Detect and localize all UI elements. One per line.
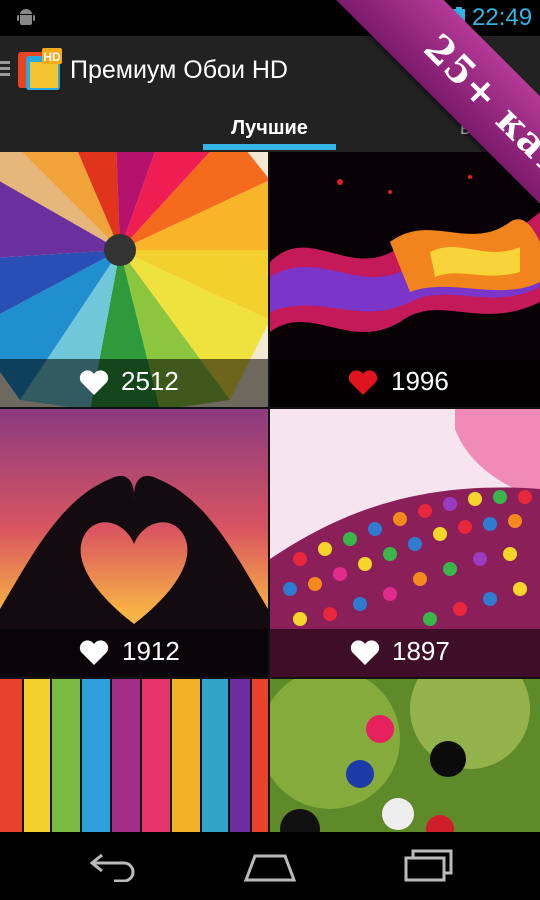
- back-icon[interactable]: [88, 852, 138, 882]
- navigation-bar: [0, 832, 540, 900]
- like-bar: 1912: [0, 629, 268, 677]
- like-bar: 2512: [0, 359, 268, 407]
- wallpaper-tile-buttons[interactable]: [270, 679, 540, 832]
- wallpaper-tile-wood-planks[interactable]: [0, 679, 268, 832]
- tab-new[interactable]: вые: [460, 104, 540, 152]
- wallpaper-tile-pencils[interactable]: 2512: [0, 152, 268, 407]
- app-title: Премиум Обои HD: [70, 56, 288, 84]
- heart-icon[interactable]: [350, 640, 380, 666]
- menu-icon[interactable]: [0, 60, 14, 78]
- wallpaper-tile-heart-hands[interactable]: 1912: [0, 409, 268, 677]
- heart-icon[interactable]: [79, 640, 109, 666]
- app-icon[interactable]: HD: [18, 48, 62, 92]
- battery-icon: [453, 7, 465, 29]
- app-icon-label: HD: [43, 50, 61, 64]
- home-icon[interactable]: [243, 852, 297, 882]
- like-bar: 1996: [270, 359, 540, 407]
- wallpaper-image: [270, 679, 540, 832]
- tab-selected-indicator: [203, 144, 336, 150]
- like-bar: 1897: [270, 629, 540, 677]
- tab-bar: Лучшие вые: [0, 104, 540, 152]
- status-time: 22:49: [472, 4, 533, 31]
- action-bar: HD Премиум Обои HD: [0, 36, 540, 104]
- wallpaper-tile-candy[interactable]: 1897: [270, 409, 540, 677]
- wallpaper-tile-fire[interactable]: 1996: [270, 152, 540, 407]
- wifi-icon: [396, 8, 422, 28]
- like-count: 1912: [122, 636, 180, 666]
- android-icon: [17, 9, 35, 25]
- like-count: 2512: [121, 366, 179, 396]
- like-count: 1996: [391, 366, 449, 396]
- recent-apps-icon[interactable]: [403, 849, 455, 883]
- wallpaper-image: [0, 679, 268, 832]
- heart-icon[interactable]: [79, 370, 109, 396]
- heart-icon[interactable]: [348, 370, 378, 396]
- status-bar: 22:49: [0, 0, 540, 36]
- wallpaper-grid: 2512 1996 1912 1897: [0, 152, 540, 832]
- signal-icon: [426, 9, 444, 28]
- like-count: 1897: [392, 636, 450, 666]
